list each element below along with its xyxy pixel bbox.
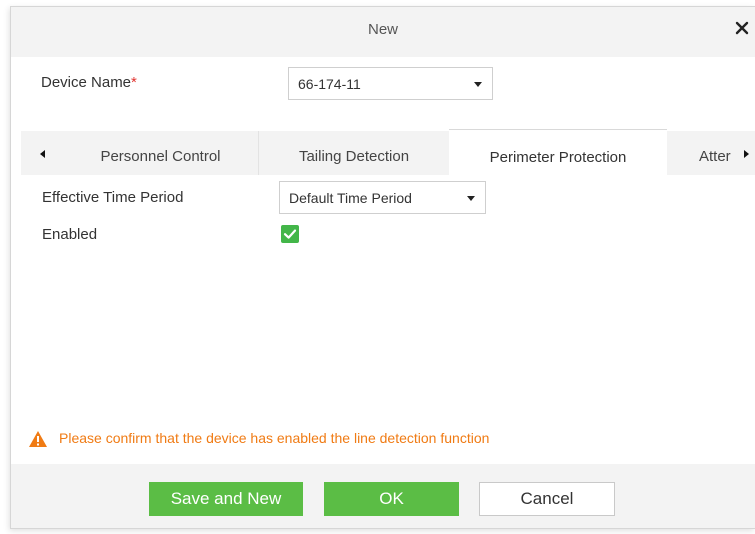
enabled-checkbox[interactable] xyxy=(281,225,299,243)
tab-scroll-left-icon[interactable] xyxy=(40,150,45,158)
tab-scroll-right-icon[interactable] xyxy=(744,150,749,158)
save-and-new-button[interactable]: Save and New xyxy=(149,482,303,516)
warning-icon xyxy=(29,431,47,447)
required-mark: * xyxy=(131,74,137,91)
tab-personnel-control[interactable]: Personnel Control xyxy=(63,131,259,175)
tab-tailing-detection[interactable]: Tailing Detection xyxy=(259,131,449,175)
warning-notice: Please confirm that the device has enabl… xyxy=(28,428,628,448)
device-name-label: Device Name* xyxy=(41,74,137,91)
effective-time-period-select[interactable]: Default Time Period xyxy=(279,181,486,214)
tab-atter[interactable]: Atter xyxy=(699,131,739,175)
chevron-down-icon xyxy=(467,196,475,201)
effective-time-period-value: Default Time Period xyxy=(289,190,412,206)
device-name-select[interactable]: 66-174-11 xyxy=(288,67,493,100)
cancel-button[interactable]: Cancel xyxy=(479,482,615,516)
new-dialog: New Device Name* 66-174-11 Personnel Con… xyxy=(10,6,755,529)
dialog-title: New xyxy=(367,21,398,38)
dialog-footer: Save and New OK Cancel xyxy=(11,464,755,528)
effective-time-period-label: Effective Time Period xyxy=(42,189,184,206)
ok-button[interactable]: OK xyxy=(324,482,459,516)
close-icon[interactable] xyxy=(733,19,751,37)
warning-message: Please confirm that the device has enabl… xyxy=(59,430,490,446)
enabled-label: Enabled xyxy=(42,226,98,243)
device-name-value: 66-174-11 xyxy=(298,76,361,92)
tab-perimeter-protection[interactable]: Perimeter Protection xyxy=(449,129,667,175)
tab-bar: Personnel Control Tailing Detection Peri… xyxy=(21,129,755,175)
chevron-down-icon xyxy=(474,82,482,87)
dialog-titlebar: New xyxy=(11,7,755,57)
checkmark-icon xyxy=(283,229,297,239)
